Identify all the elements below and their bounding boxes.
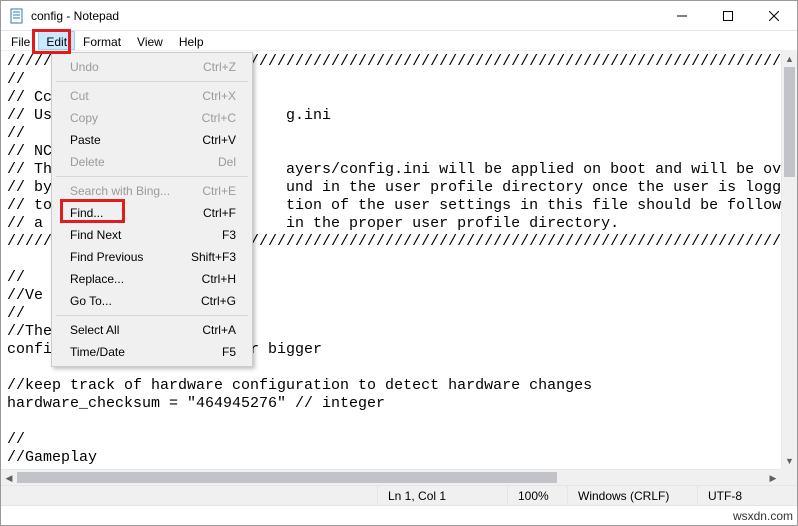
menu-delete[interactable]: Delete Del: [54, 151, 250, 173]
horizontal-scroll-thumb[interactable]: [17, 472, 557, 483]
menu-bar: File Edit Format View Help: [1, 31, 797, 51]
window-title: config - Notepad: [31, 9, 659, 23]
menu-separator: [56, 176, 248, 177]
menu-find-next[interactable]: Find Next F3: [54, 224, 250, 246]
menu-separator: [56, 81, 248, 82]
menu-help[interactable]: Help: [171, 31, 212, 50]
vertical-scroll-thumb[interactable]: [784, 67, 795, 177]
menu-find[interactable]: Find... Ctrl+F: [54, 202, 250, 224]
menu-search-bing[interactable]: Search with Bing... Ctrl+E: [54, 180, 250, 202]
vertical-scrollbar[interactable]: ▲ ▼: [781, 51, 797, 469]
menu-select-all[interactable]: Select All Ctrl+A: [54, 319, 250, 341]
menu-undo-label: Undo: [70, 60, 203, 74]
status-bar: Ln 1, Col 1 100% Windows (CRLF) UTF-8: [1, 485, 797, 505]
menu-time-date[interactable]: Time/Date F5: [54, 341, 250, 363]
status-zoom: 100%: [507, 486, 567, 505]
scroll-left-icon[interactable]: ◀: [1, 470, 17, 485]
menu-cut[interactable]: Cut Ctrl+X: [54, 85, 250, 107]
scroll-corner: [781, 469, 797, 485]
watermark-text: wsxdn.com: [733, 509, 793, 523]
horizontal-scrollbar[interactable]: ◀ ▶: [1, 469, 781, 485]
notepad-icon: [9, 8, 25, 24]
scroll-up-icon[interactable]: ▲: [782, 51, 797, 67]
close-button[interactable]: [751, 1, 797, 30]
status-encoding: UTF-8: [697, 486, 797, 505]
menu-undo[interactable]: Undo Ctrl+Z: [54, 56, 250, 78]
menu-replace[interactable]: Replace... Ctrl+H: [54, 268, 250, 290]
menu-file[interactable]: File: [3, 31, 38, 50]
menu-paste[interactable]: Paste Ctrl+V: [54, 129, 250, 151]
menu-view[interactable]: View: [129, 31, 171, 50]
scroll-right-icon[interactable]: ▶: [765, 470, 781, 485]
scroll-down-icon[interactable]: ▼: [782, 453, 797, 469]
menu-goto[interactable]: Go To... Ctrl+G: [54, 290, 250, 312]
edit-menu-dropdown: Undo Ctrl+Z Cut Ctrl+X Copy Ctrl+C Paste…: [51, 52, 253, 367]
maximize-button[interactable]: [705, 1, 751, 30]
watermark: wsxdn.com: [1, 505, 797, 525]
menu-find-previous[interactable]: Find Previous Shift+F3: [54, 246, 250, 268]
title-bar: config - Notepad: [1, 1, 797, 31]
menu-separator: [56, 315, 248, 316]
menu-copy[interactable]: Copy Ctrl+C: [54, 107, 250, 129]
menu-undo-shortcut: Ctrl+Z: [203, 60, 236, 74]
status-line-col: Ln 1, Col 1: [377, 486, 507, 505]
status-line-ending: Windows (CRLF): [567, 486, 697, 505]
menu-format[interactable]: Format: [75, 31, 129, 50]
minimize-button[interactable]: [659, 1, 705, 30]
menu-edit[interactable]: Edit: [38, 31, 75, 50]
